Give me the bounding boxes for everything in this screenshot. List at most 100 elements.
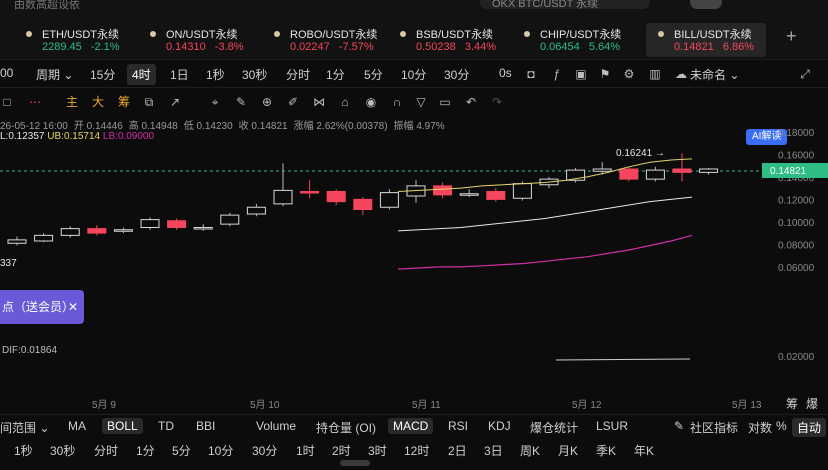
interval-option[interactable]: 3时 bbox=[368, 442, 387, 459]
community-indicator-button[interactable]: 社区指标 bbox=[690, 419, 738, 436]
interval-option[interactable]: 12时 bbox=[404, 442, 429, 459]
top-strip-pill[interactable] bbox=[690, 0, 722, 9]
magnet-icon[interactable]: ∩ bbox=[390, 95, 404, 109]
indicator-kdj[interactable]: KDJ bbox=[488, 419, 511, 433]
indicator-bbi[interactable]: BBI bbox=[196, 419, 215, 433]
indicator-liquidation[interactable]: 爆仓统计 bbox=[530, 419, 578, 436]
layout-name-dropdown[interactable]: 未命名 ⌄ bbox=[690, 66, 739, 83]
interval-option[interactable]: 30秒 bbox=[50, 442, 75, 459]
add-tab-button[interactable]: + bbox=[786, 26, 797, 47]
promo-banner[interactable]: 点（送会员） ✕ bbox=[0, 290, 84, 324]
indicator-boll[interactable]: BOLL bbox=[102, 418, 143, 434]
indicator-lsur[interactable]: LSUR bbox=[596, 419, 628, 433]
camera-icon[interactable]: ◘ bbox=[524, 67, 538, 81]
undo-icon[interactable]: ↶ bbox=[464, 95, 478, 109]
indicator-td[interactable]: TD bbox=[158, 419, 174, 433]
interval-30m[interactable]: 30分 bbox=[444, 66, 469, 83]
interval-option[interactable]: 周K bbox=[520, 442, 540, 459]
tab-on[interactable]: ON/USDT永续 0.14310 -3.8% bbox=[138, 23, 258, 57]
chip-side-button[interactable]: 筹 bbox=[786, 395, 798, 412]
crosshair-icon[interactable]: ↗ bbox=[168, 95, 182, 109]
interval-1d[interactable]: 1日 bbox=[170, 66, 189, 83]
alert-icon[interactable]: ⚑ bbox=[598, 67, 612, 81]
interval-option[interactable]: 10分 bbox=[208, 442, 233, 459]
ruler-icon[interactable]: ✎ bbox=[234, 95, 248, 109]
interval-option[interactable]: 月K bbox=[558, 442, 578, 459]
measure-icon[interactable]: ⋈ bbox=[312, 95, 326, 109]
cursor-icon[interactable]: ⌖ bbox=[208, 95, 222, 109]
interval-option[interactable]: 30分 bbox=[252, 442, 277, 459]
interval-option[interactable]: 2日 bbox=[448, 442, 467, 459]
interval-option[interactable]: 1分 bbox=[136, 442, 155, 459]
candle-body bbox=[672, 168, 692, 173]
main-chart-toggle[interactable]: 主 bbox=[66, 93, 78, 110]
lock-icon[interactable]: ⌂ bbox=[338, 95, 352, 109]
chip-toggle[interactable]: 筹 bbox=[118, 93, 130, 110]
global-search-input[interactable]: OKX BTC/USDT 永续 bbox=[480, 0, 650, 10]
candle-body bbox=[486, 191, 506, 200]
delete-icon[interactable]: ▭ bbox=[438, 95, 452, 109]
tab-bill[interactable]: BILL/USDT永续 0.14821 6.86% bbox=[646, 23, 766, 57]
interval-option[interactable]: 分时 bbox=[94, 442, 118, 459]
tab-robo[interactable]: ROBO/USDT永续 0.02247 -7.57% bbox=[262, 23, 382, 57]
indicator-volume[interactable]: Volume bbox=[256, 419, 296, 433]
interval-0s[interactable]: 0s bbox=[499, 66, 512, 80]
tab-chip[interactable]: CHIP/USDT永续 0.06454 5.64% bbox=[512, 23, 632, 57]
interval-1s[interactable]: 1秒 bbox=[206, 66, 225, 83]
candlestick-chart[interactable]: 0.180000.160000.140000.120000.100000.080… bbox=[0, 112, 828, 394]
cloud-icon[interactable]: ☁ bbox=[674, 67, 688, 81]
eye-icon[interactable]: ◉ bbox=[364, 95, 378, 109]
interval-4h[interactable]: 4时 bbox=[127, 64, 156, 85]
chart-toolbar: 00 周期 ⌄ 15分 4时 1日 1秒 30秒 分时 1分 5分 10分 30… bbox=[0, 62, 828, 145]
interval-option[interactable]: 3日 bbox=[484, 442, 503, 459]
template-icon[interactable]: ▣ bbox=[574, 67, 588, 81]
y-tick-label: 0.10000 bbox=[778, 218, 815, 229]
high-marker-label: 0.16241 → bbox=[616, 148, 665, 159]
square-icon[interactable]: □ bbox=[0, 95, 14, 109]
interval-option[interactable]: 2时 bbox=[332, 442, 351, 459]
tab-bsb[interactable]: BSB/USDT永续 0.50238 3.44% bbox=[388, 23, 508, 57]
indicator-ma[interactable]: MA bbox=[68, 419, 86, 433]
filter-icon[interactable]: ▽ bbox=[414, 95, 428, 109]
interval-tick[interactable]: 分时 bbox=[286, 66, 310, 83]
tab-eth[interactable]: ETH/USDT永续 2289.45 -2.1% bbox=[14, 23, 134, 57]
interval-1m[interactable]: 1分 bbox=[326, 66, 345, 83]
indicator-oi[interactable]: 持仓量 (OI) bbox=[316, 419, 376, 436]
candle-body bbox=[87, 228, 107, 234]
price-axis: 0.180000.160000.140000.120000.100000.080… bbox=[778, 128, 815, 274]
interval-30s[interactable]: 30秒 bbox=[242, 66, 267, 83]
interval-option[interactable]: 年K bbox=[634, 442, 654, 459]
indicator-rsi[interactable]: RSI bbox=[448, 419, 468, 433]
interval-option[interactable]: 1秒 bbox=[14, 442, 33, 459]
log-scale-toggle[interactable]: 对数 bbox=[748, 419, 772, 436]
big-order-toggle[interactable]: 大 bbox=[92, 93, 104, 110]
brush-icon[interactable]: ✐ bbox=[286, 95, 300, 109]
expand-icon[interactable]: ⤢ bbox=[798, 67, 812, 81]
period-dropdown[interactable]: 周期 ⌄ bbox=[36, 66, 73, 83]
interval-option[interactable]: 季K bbox=[596, 442, 616, 459]
promo-close-button[interactable]: ✕ bbox=[68, 290, 78, 324]
liquidation-side-button[interactable]: 爆 bbox=[806, 395, 818, 412]
layout-icon[interactable]: ▥ bbox=[648, 67, 662, 81]
auto-scale-toggle[interactable]: 自动 bbox=[792, 418, 827, 437]
time-range-dropdown[interactable]: 间范围 ⌄ bbox=[0, 419, 49, 436]
tab-dot-icon bbox=[150, 31, 156, 37]
redo-icon[interactable]: ↷ bbox=[490, 95, 504, 109]
settings-icon[interactable]: ⚙ bbox=[622, 67, 636, 81]
indicator-icon[interactable]: ƒ bbox=[550, 67, 564, 81]
copy-icon[interactable]: ⧉ bbox=[142, 95, 156, 109]
interval-10m[interactable]: 10分 bbox=[401, 66, 426, 83]
interval-5m[interactable]: 5分 bbox=[364, 66, 383, 83]
panel-resize-handle[interactable] bbox=[340, 460, 370, 466]
percent-scale-toggle[interactable]: % bbox=[776, 419, 787, 433]
tab-price-row: 0.02247 -7.57% bbox=[290, 41, 374, 53]
interval-15m[interactable]: 15分 bbox=[90, 66, 115, 83]
interval-option[interactable]: 1时 bbox=[296, 442, 315, 459]
edit-icon[interactable]: ✎ bbox=[674, 419, 684, 433]
indicator-macd[interactable]: MACD bbox=[388, 418, 434, 434]
interval-option[interactable]: 5分 bbox=[172, 442, 191, 459]
dots-icon[interactable]: ⋯ bbox=[28, 95, 42, 109]
tab-price: 0.06454 bbox=[540, 41, 580, 53]
tab-symbol: CHIP/USDT永续 bbox=[540, 29, 622, 41]
zoom-icon[interactable]: ⊕ bbox=[260, 95, 274, 109]
